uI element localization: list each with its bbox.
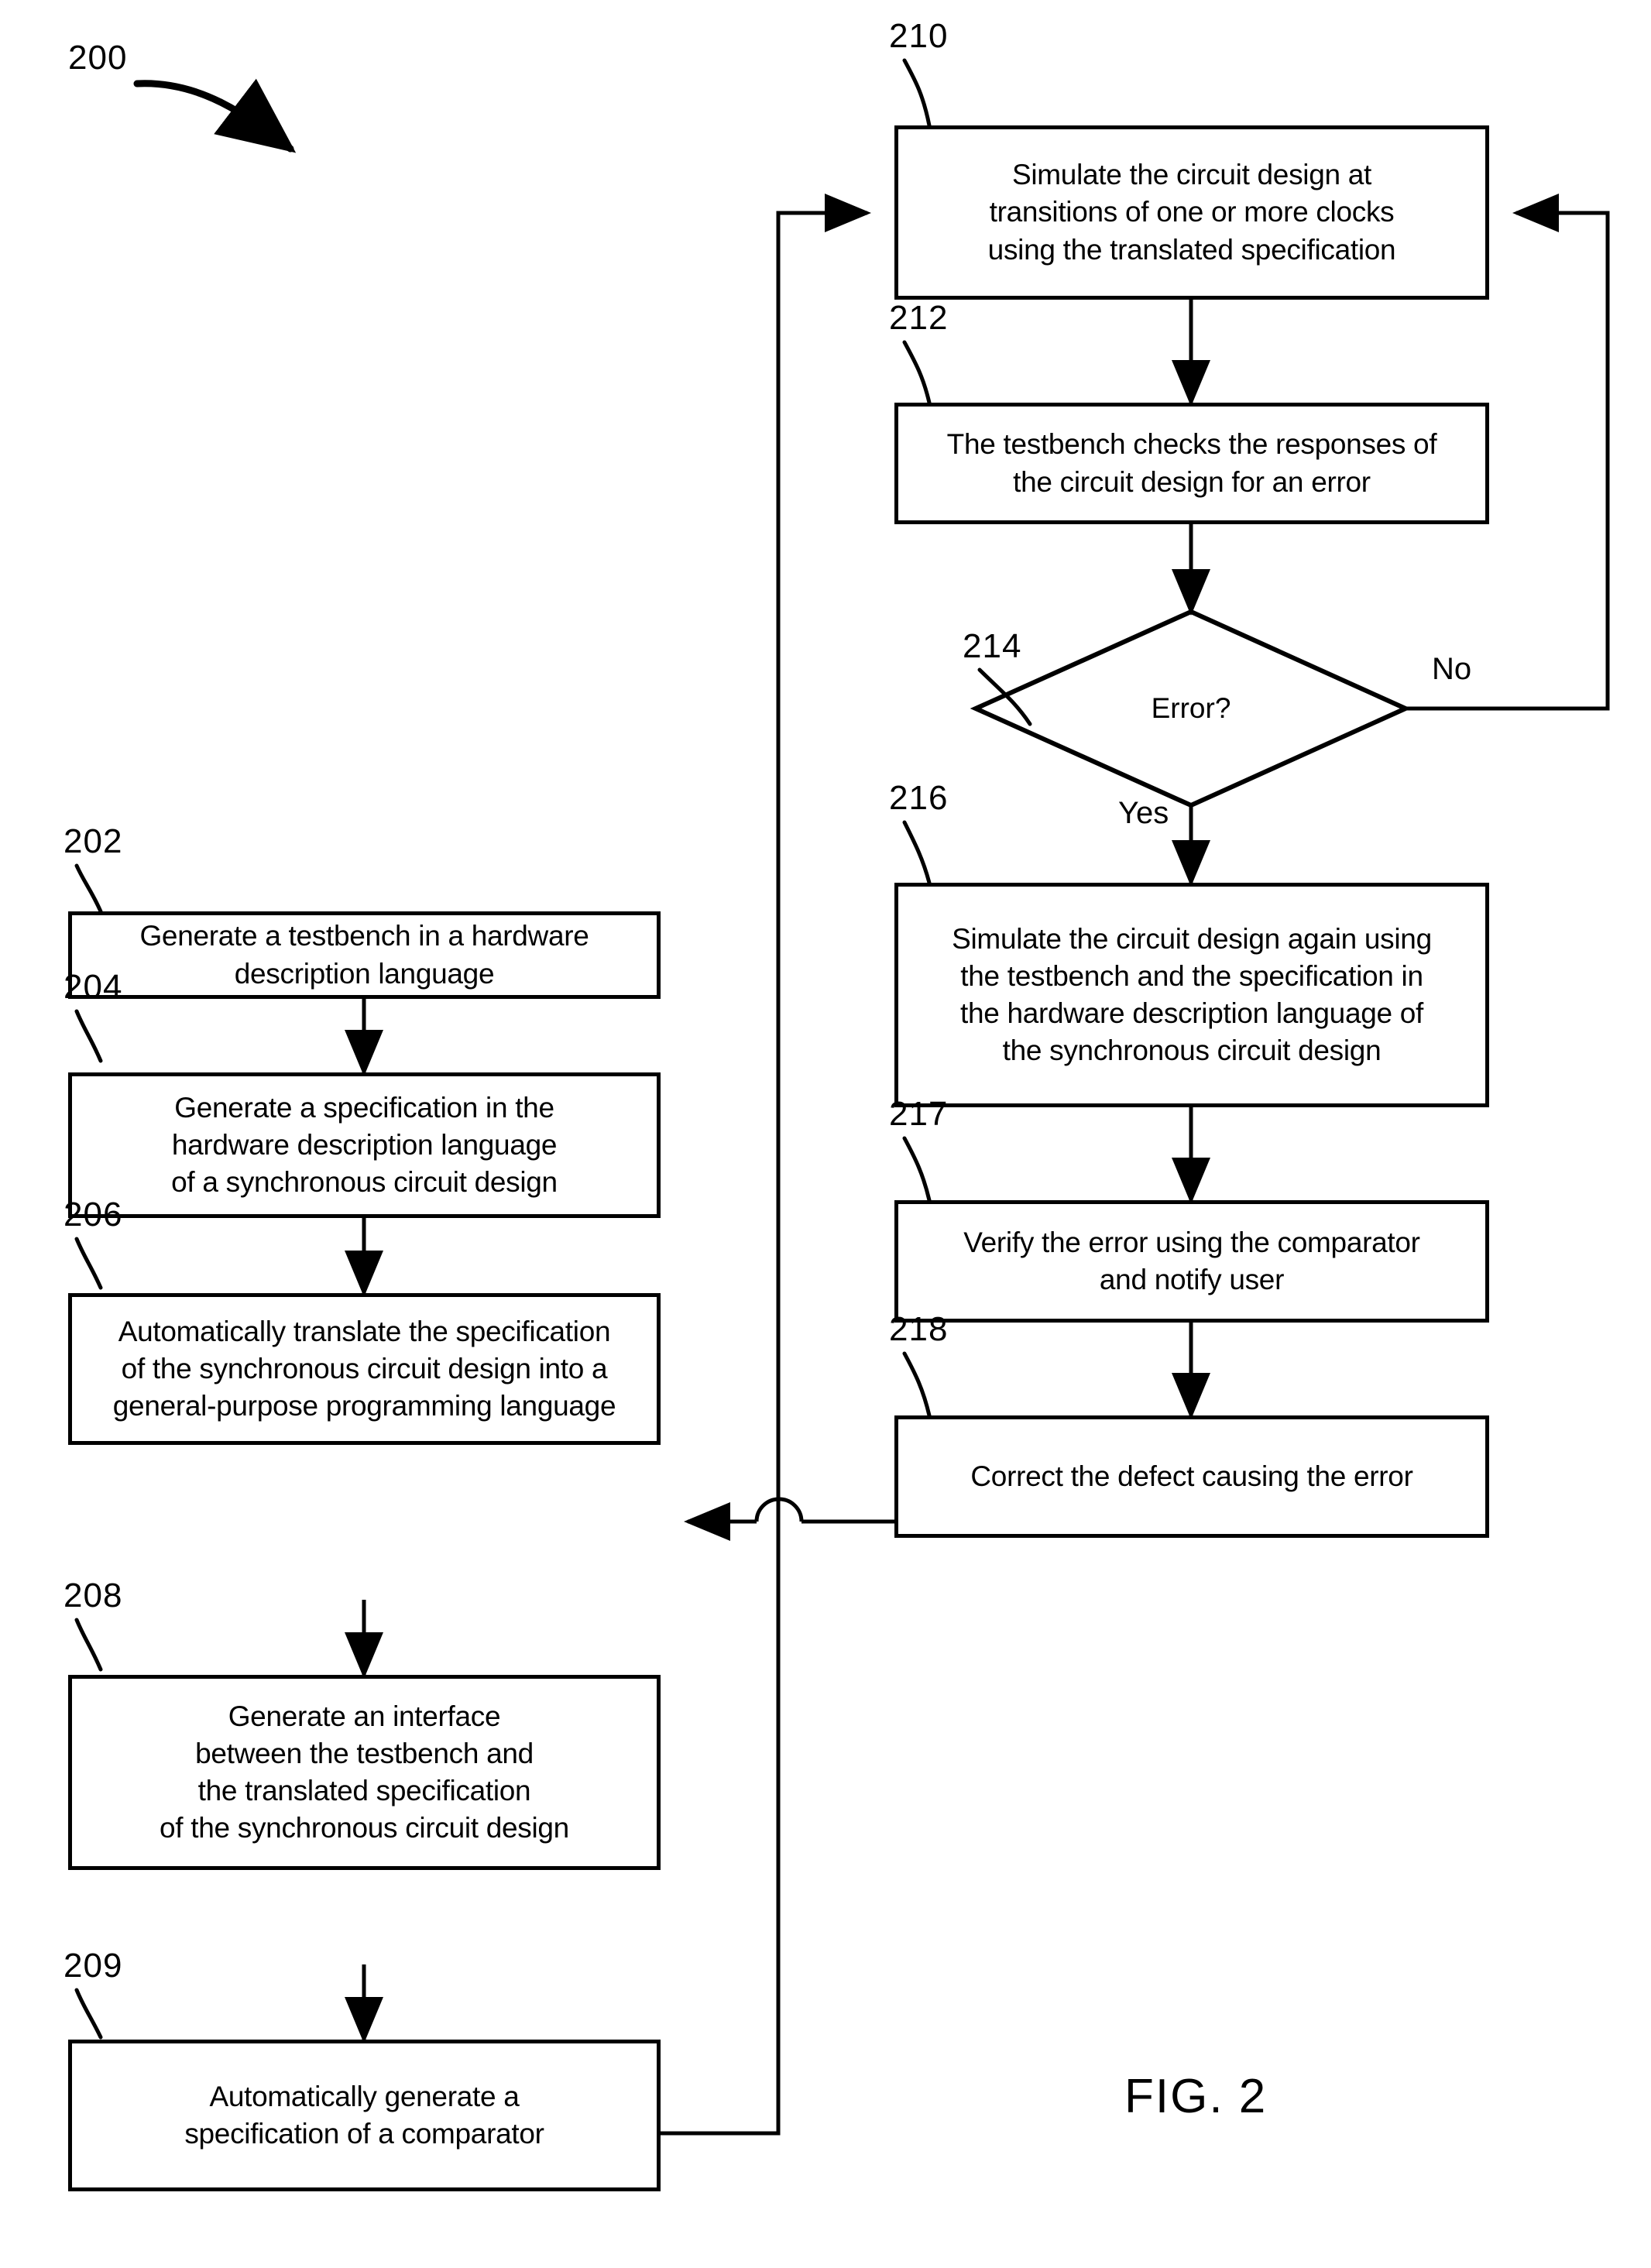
process-box-217[interactable]: Verify the error using the comparator an… <box>894 1200 1489 1323</box>
leader-200 <box>133 78 297 153</box>
box-212-line-1: The testbench checks the responses of <box>946 428 1437 461</box>
box-210-line-1: Simulate the circuit design at <box>1011 159 1371 191</box>
box-210-line-2: transitions of one or more clocks <box>989 196 1395 228</box>
leader-210 <box>902 58 932 128</box>
box-216-line-3: the hardware description language of <box>959 997 1424 1029</box>
patent-figure-page: 200 202 204 206 208 209 210 212 214 216 … <box>0 0 1651 2268</box>
ref-numeral-204: 204 <box>64 968 123 1006</box>
box-206-line-1: Automatically translate the specificatio… <box>118 1315 611 1347</box>
box-204-line-3: of a synchronous circuit design <box>171 1166 558 1199</box>
box-217-line-2: and notify user <box>1099 1264 1285 1295</box>
box-208-line-3: the translated specification <box>197 1775 531 1807</box>
leader-204 <box>74 1009 103 1063</box>
ref-numeral-202: 202 <box>64 822 123 860</box>
process-box-218[interactable]: Correct the defect causing the error <box>894 1415 1489 1538</box>
box-212-line-2: the circuit design for an error <box>1013 465 1371 498</box>
leader-214 <box>977 667 1032 726</box>
ref-numeral-217: 217 <box>889 1095 949 1133</box>
leader-208 <box>74 1618 103 1672</box>
box-216-line-4: the synchronous circuit design <box>1002 1034 1382 1067</box>
ref-numeral-210: 210 <box>889 17 949 55</box>
leader-206 <box>74 1237 103 1290</box>
leader-218 <box>902 1351 932 1418</box>
process-box-216[interactable]: Simulate the circuit design again using … <box>894 883 1489 1107</box>
box-206-line-2: of the synchronous circuit design into a <box>121 1352 608 1384</box>
box-208-line-2: between the testbench and <box>195 1737 534 1769</box>
process-box-208[interactable]: Generate an interface between the testbe… <box>68 1675 661 1870</box>
leader-216 <box>902 820 932 885</box>
ref-numeral-208: 208 <box>64 1577 123 1614</box>
ref-numeral-214: 214 <box>963 627 1022 665</box>
ref-numeral-216: 216 <box>889 779 949 817</box>
edge-218-206-hop <box>754 1497 804 1522</box>
process-box-210[interactable]: Simulate the circuit design at transitio… <box>894 125 1489 300</box>
process-box-202[interactable]: Generate a testbench in a hardware descr… <box>68 911 661 999</box>
figure-caption: FIG. 2 <box>1124 2070 1268 2123</box>
leader-217 <box>902 1136 932 1203</box>
ref-numeral-218: 218 <box>889 1310 949 1348</box>
process-box-212[interactable]: The testbench checks the responses of th… <box>894 403 1489 524</box>
decision-label-214: Error? <box>1151 692 1231 724</box>
box-216-line-1: Simulate the circuit design again using <box>952 922 1432 955</box>
ref-numeral-212: 212 <box>889 299 949 337</box>
leader-212 <box>902 340 932 405</box>
process-box-204[interactable]: Generate a specification in the hardware… <box>68 1072 661 1218</box>
leader-202 <box>74 863 103 914</box>
box-206-line-3: general-purpose programming language <box>112 1390 616 1422</box>
box-208-line-4: of the synchronous circuit design <box>160 1812 569 1844</box>
box-216-line-2: the testbench and the specification in <box>960 959 1423 992</box>
edge-209-210 <box>661 194 871 2136</box>
box-208-line-1: Generate an interface <box>228 1700 501 1732</box>
ref-numeral-206: 206 <box>64 1196 123 1234</box>
box-209-line-2: specification of a comparator <box>184 2118 544 2150</box>
branch-label-no: No <box>1432 652 1472 686</box>
leader-209 <box>74 1988 103 2040</box>
box-202-line-2: description language <box>234 957 495 990</box>
box-202-line-1: Generate a testbench in a hardware <box>139 920 589 952</box>
box-204-line-2: hardware description language <box>171 1128 558 1161</box>
branch-label-yes: Yes <box>1118 796 1169 830</box>
box-204-line-1: Generate a specification in the <box>174 1091 554 1124</box>
box-209-line-1: Automatically generate a <box>209 2080 520 2112</box>
process-box-209[interactable]: Automatically generate a specification o… <box>68 2040 661 2191</box>
ref-numeral-209: 209 <box>64 1947 123 1985</box>
box-210-line-3: using the translated specification <box>987 233 1396 266</box>
ref-numeral-200: 200 <box>68 39 128 77</box>
process-box-206[interactable]: Automatically translate the specificatio… <box>68 1293 661 1445</box>
box-217-line-1: Verify the error using the comparator <box>963 1226 1420 1258</box>
box-218-line-1: Correct the defect causing the error <box>970 1460 1413 1492</box>
